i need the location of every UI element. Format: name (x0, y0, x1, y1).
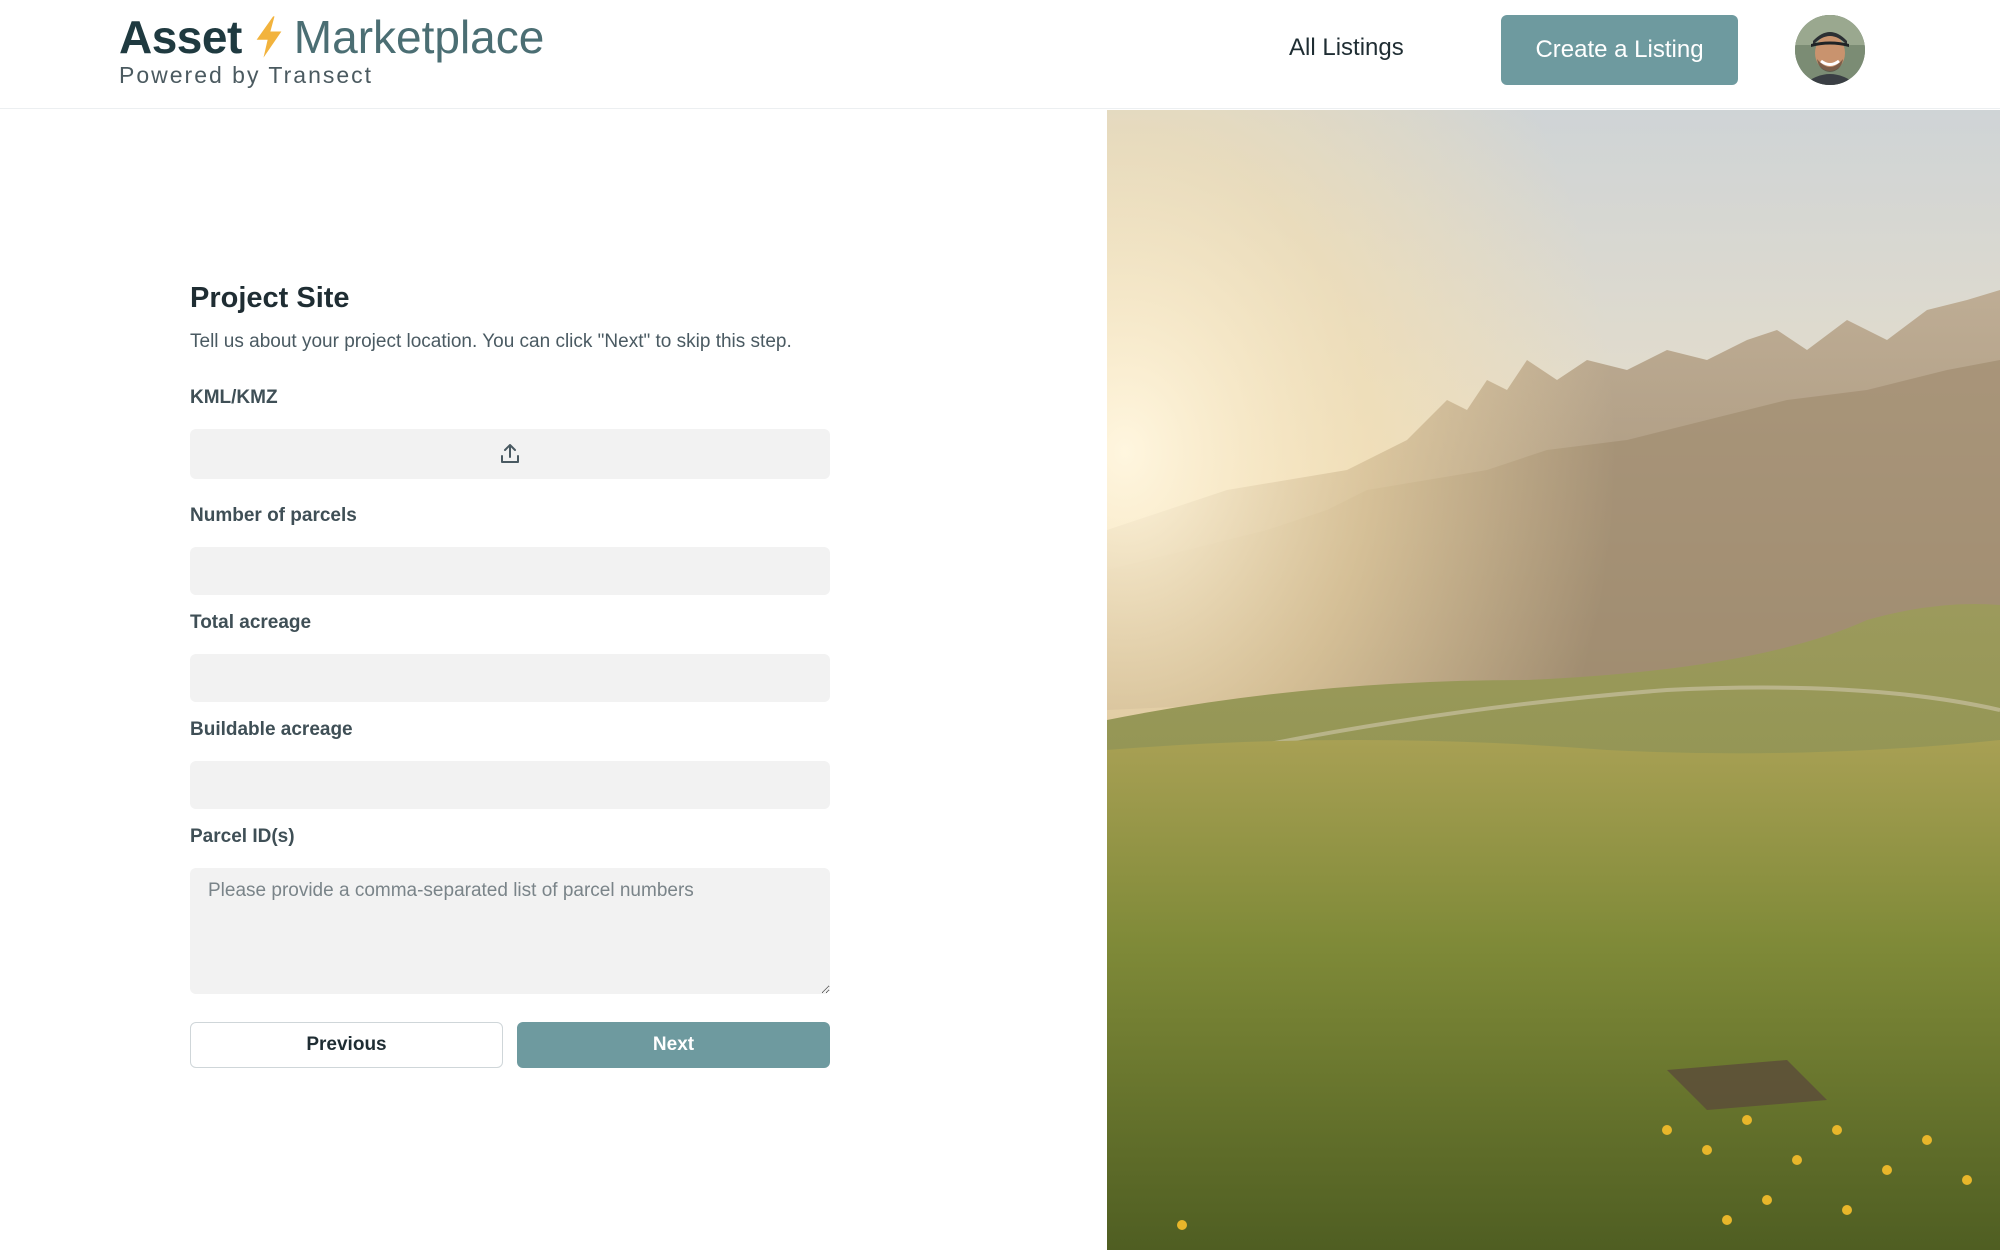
landscape-illustration (1107, 110, 2000, 1250)
total-acreage-label: Total acreage (190, 612, 312, 633)
kml-upload-field[interactable] (190, 429, 830, 479)
hero-landscape-image (1107, 110, 2000, 1250)
parcel-ids-label: Parcel ID(s) (190, 826, 295, 847)
number-of-parcels-input[interactable] (190, 547, 830, 595)
form-description: Tell us about your project location. You… (190, 331, 792, 352)
total-acreage-input[interactable] (190, 654, 830, 702)
top-header: Asset Marketplace Powered by Transect Al… (0, 0, 2000, 109)
project-site-form: Project Site Tell us about your project … (190, 282, 830, 1157)
brand-name-bold: Asset (119, 11, 242, 63)
kml-label: KML/KMZ (190, 387, 278, 408)
buildable-acreage-input[interactable] (190, 761, 830, 809)
parcels-label: Number of parcels (190, 505, 357, 526)
all-listings-link[interactable]: All Listings (1289, 34, 1404, 62)
upload-icon (501, 444, 519, 463)
page-title: Project Site (190, 282, 350, 314)
brand-name-light: Marketplace (293, 11, 545, 63)
create-listing-button[interactable]: Create a Listing (1501, 15, 1738, 85)
brand-tagline: Powered by Transect (119, 62, 374, 88)
previous-button[interactable]: Previous (190, 1022, 503, 1068)
buildable-acreage-label: Buildable acreage (190, 719, 353, 740)
next-button[interactable]: Next (517, 1022, 830, 1068)
avatar-image (1795, 15, 1865, 85)
user-avatar[interactable] (1795, 15, 1865, 85)
brand-logo[interactable]: Asset Marketplace Powered by Transect (119, 10, 544, 89)
lightning-bolt-icon (256, 16, 282, 58)
parcel-ids-textarea[interactable] (190, 868, 830, 994)
